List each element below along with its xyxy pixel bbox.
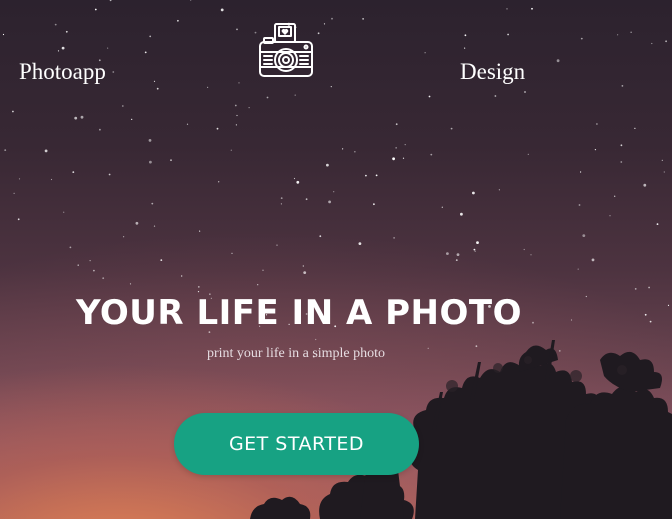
hero-subline: print your life in a simple photo [206, 346, 386, 361]
camera-icon [259, 23, 313, 77]
hero-headline: YOUR LIFE IN A PHOTO [76, 293, 523, 333]
brand-link[interactable]: Photoapp [19, 58, 106, 86]
get-started-button[interactable]: GET STARTED [174, 413, 419, 475]
nav-link-design[interactable]: Design [460, 58, 525, 86]
